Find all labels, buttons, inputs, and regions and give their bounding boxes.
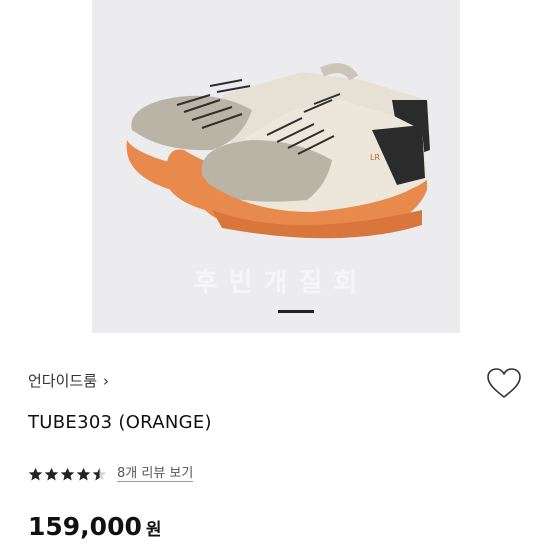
star-half-icon — [92, 467, 107, 480]
rating-row: 8개 리뷰 보기 — [28, 466, 194, 482]
star-full-icon — [76, 467, 91, 480]
wishlist-button[interactable] — [485, 366, 523, 400]
star-full-icon — [44, 467, 59, 480]
star-rating — [28, 467, 107, 482]
price-amount: 159,000 — [28, 512, 142, 541]
brand-link[interactable]: 언다이드룸 › — [28, 370, 109, 391]
price-unit: 원 — [145, 520, 162, 540]
star-full-icon — [28, 467, 43, 480]
star-full-icon — [60, 467, 75, 480]
heart-outline-icon — [487, 368, 521, 398]
review-link[interactable]: 8개 리뷰 보기 — [117, 466, 194, 482]
brand-name: 언다이드룸 — [28, 372, 98, 390]
image-page-indicator — [278, 310, 314, 313]
svg-text:LR: LR — [370, 153, 380, 162]
product-image[interactable]: LR 후 빈 개 질 회 — [92, 0, 460, 333]
chevron-right-icon: › — [103, 371, 110, 390]
price: 159,000 원 — [28, 512, 162, 541]
watermark-text: 후 빈 개 질 회 — [193, 268, 359, 298]
product-title: TUBE303 (ORANGE) — [28, 412, 212, 433]
